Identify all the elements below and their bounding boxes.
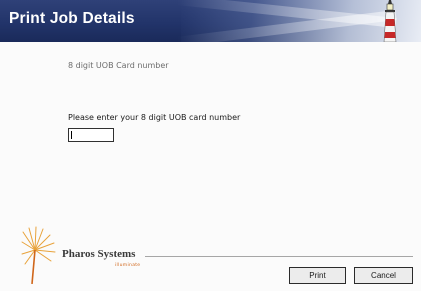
print-button[interactable]: Print	[289, 267, 346, 284]
cancel-button[interactable]: Cancel	[354, 267, 413, 284]
print-job-dialog: Print Job Details 8 digit UOB Card numbe…	[0, 0, 421, 291]
card-number-label: Please enter your 8 digit UOB card numbe…	[68, 113, 241, 122]
pharos-logo-icon	[21, 226, 56, 284]
hint-text: 8 digit UOB Card number	[68, 61, 169, 70]
lighthouse-icon	[383, 0, 397, 42]
text-caret	[71, 131, 72, 139]
dialog-title: Print Job Details	[9, 10, 135, 27]
header-banner: Print Job Details	[0, 0, 421, 42]
divider	[145, 256, 413, 257]
card-number-input[interactable]	[68, 128, 114, 142]
brand-name: Pharos Systems	[62, 248, 136, 260]
brand-tagline: illuminate	[115, 263, 141, 268]
